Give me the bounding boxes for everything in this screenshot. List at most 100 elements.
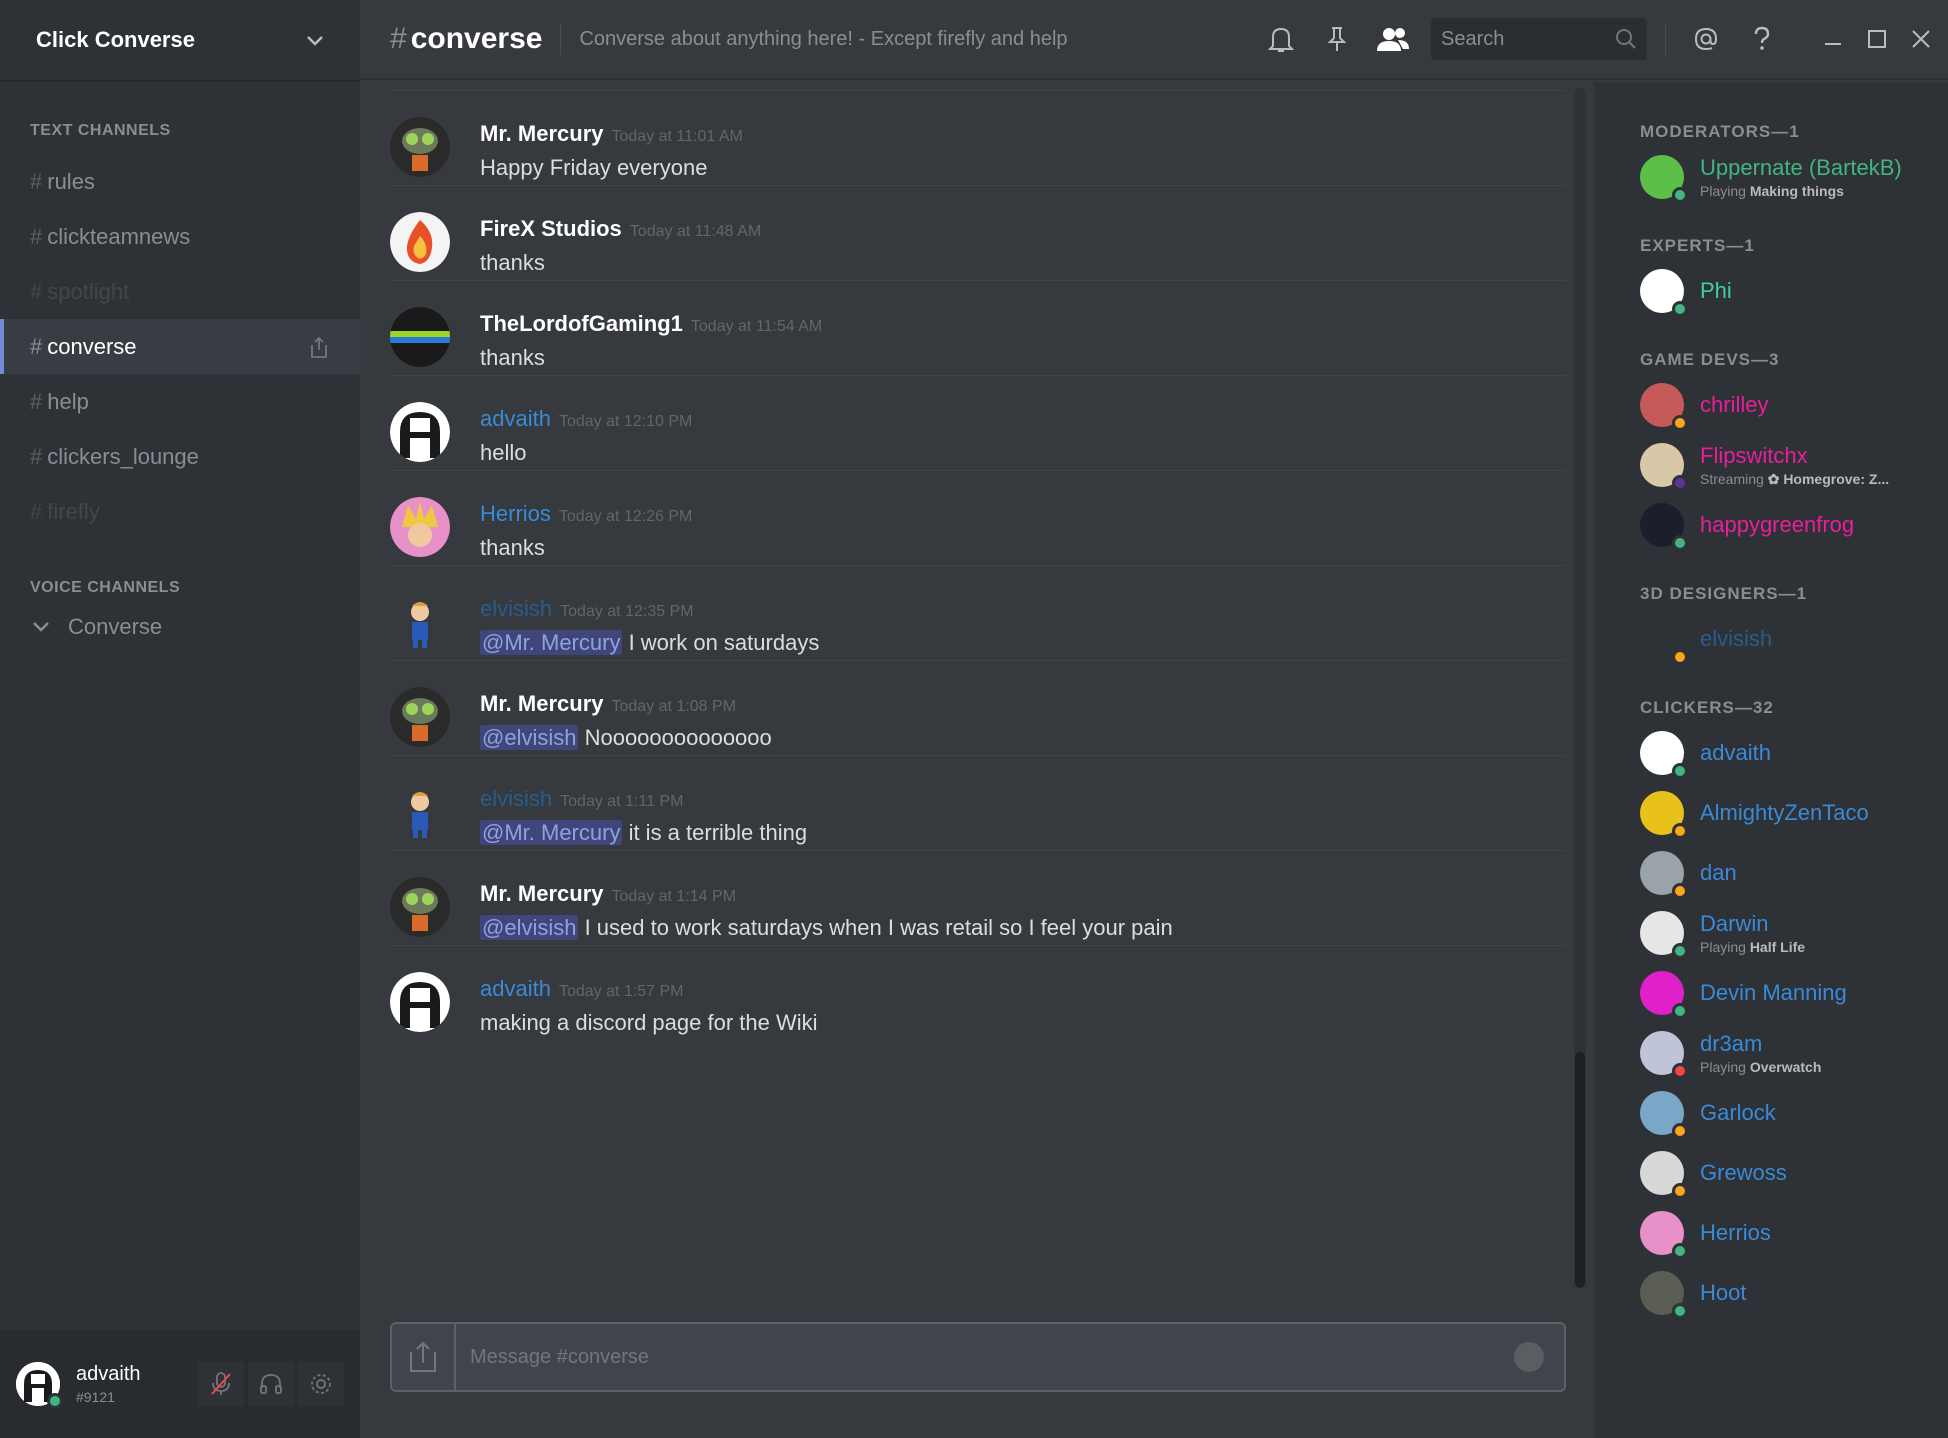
category-text-channels[interactable]: TEXT CHANNELS [0, 122, 360, 140]
message-scrollbar-thumb[interactable] [1575, 1052, 1585, 1288]
message-author[interactable]: Mr. Mercury Today at 1:08 PM [480, 691, 736, 717]
member-list-toggle[interactable] [1373, 19, 1413, 59]
avatar[interactable] [390, 782, 450, 842]
author-name[interactable]: elvisish [480, 596, 552, 621]
member-item[interactable]: dan [1640, 848, 1940, 899]
notification-settings-button[interactable] [1261, 19, 1301, 59]
author-name[interactable]: advaith [480, 976, 551, 1001]
message[interactable]: advaith Today at 1:57 PM making a discord … [390, 945, 1566, 1063]
upload-button[interactable] [392, 1324, 456, 1390]
member-item[interactable]: Devin Manning [1640, 968, 1940, 1019]
author-name[interactable]: Mr. Mercury [480, 121, 604, 146]
author-name[interactable]: Mr. Mercury [480, 881, 604, 906]
avatar[interactable] [1640, 1151, 1688, 1199]
avatar[interactable] [390, 592, 450, 652]
mentions-button[interactable] [1686, 19, 1726, 59]
avatar[interactable] [390, 212, 450, 272]
member-item[interactable]: Hoot [1640, 1268, 1940, 1319]
chevron-down-icon[interactable] [306, 31, 324, 49]
channel-help[interactable]: # help [0, 374, 360, 429]
avatar[interactable] [1640, 443, 1688, 491]
maximize-button[interactable] [1862, 24, 1892, 54]
server-header[interactable]: Click Converse [0, 0, 360, 82]
avatar[interactable] [390, 402, 450, 462]
message-author[interactable]: Mr. Mercury Today at 11:01 AM [480, 121, 743, 147]
member-item[interactable]: Flipswitchx Streaming ✿ Homegrove: Z... [1640, 440, 1940, 491]
avatar[interactable] [390, 687, 450, 747]
channel-clickers-lounge[interactable]: # clickers_lounge [0, 429, 360, 484]
channel-clickteamnews[interactable]: # clickteamnews [0, 209, 360, 264]
deafen-button[interactable] [248, 1361, 294, 1407]
avatar[interactable] [1640, 1091, 1688, 1139]
avatar[interactable] [390, 972, 450, 1032]
member-item[interactable]: chrilley [1640, 380, 1940, 431]
member-item[interactable]: elvisish [1640, 614, 1940, 665]
invite-icon[interactable] [308, 335, 330, 359]
member-item[interactable]: happygreenfrog [1640, 500, 1940, 551]
avatar[interactable] [1640, 731, 1688, 779]
message-author[interactable]: TheLordofGaming1 Today at 11:54 AM [480, 311, 822, 337]
avatar[interactable] [1640, 791, 1688, 839]
avatar[interactable] [390, 307, 450, 367]
message-author[interactable]: advaith Today at 1:57 PM [480, 976, 683, 1002]
member-item[interactable]: Garlock [1640, 1088, 1940, 1139]
avatar[interactable] [1640, 383, 1688, 431]
user-settings-button[interactable] [298, 1361, 344, 1407]
voice-channel-converse[interactable]: Converse [0, 601, 360, 653]
channel-spotlight[interactable]: # spotlight [0, 264, 360, 319]
member-item[interactable]: Herrios [1640, 1208, 1940, 1259]
avatar[interactable] [16, 1362, 63, 1409]
message-author[interactable]: FireX Studios Today at 11:48 AM [480, 216, 761, 242]
avatar[interactable] [1640, 617, 1688, 665]
member-item[interactable]: Grewoss [1640, 1148, 1940, 1199]
message-author[interactable]: Herrios Today at 12:26 PM [480, 501, 692, 527]
member-item[interactable]: AlmightyZenTaco [1640, 788, 1940, 839]
mute-button[interactable] [198, 1361, 244, 1407]
member-item[interactable]: Phi [1640, 266, 1940, 317]
user-mention[interactable]: @Mr. Mercury [480, 820, 623, 845]
message-input[interactable]: Message #converse [470, 1346, 649, 1369]
avatar[interactable] [1640, 1031, 1688, 1079]
user-mention[interactable]: @Mr. Mercury [480, 630, 623, 655]
user-mention[interactable]: @elvisish [480, 915, 579, 940]
message-list[interactable]: Mr. Mercury Today at 11:01 AM Happy Friday… [360, 82, 1580, 1292]
close-button[interactable] [1906, 24, 1936, 54]
author-name[interactable]: Mr. Mercury [480, 691, 604, 716]
author-name[interactable]: TheLordofGaming1 [480, 311, 683, 336]
avatar[interactable] [1640, 503, 1688, 551]
avatar[interactable] [390, 117, 450, 177]
member-item[interactable]: Darwin Playing Half Life [1640, 908, 1940, 959]
user-mention[interactable]: @elvisish [480, 725, 579, 750]
search-input[interactable]: Search [1431, 18, 1647, 60]
channel-topic[interactable]: Converse about anything here! - Except f… [579, 28, 1067, 51]
message-composer[interactable]: Message #converse [390, 1322, 1566, 1392]
avatar[interactable] [1640, 155, 1688, 203]
member-item[interactable]: dr3am Playing Overwatch [1640, 1028, 1940, 1079]
author-name[interactable]: advaith [480, 406, 551, 431]
avatar[interactable] [1640, 1271, 1688, 1319]
author-name[interactable]: FireX Studios [480, 216, 622, 241]
message-author[interactable]: advaith Today at 12:10 PM [480, 406, 692, 432]
member-item[interactable]: advaith [1640, 728, 1940, 779]
avatar[interactable] [1640, 269, 1688, 317]
message-author[interactable]: elvisish Today at 12:35 PM [480, 596, 694, 622]
author-name[interactable]: elvisish [480, 786, 552, 811]
help-button[interactable] [1742, 19, 1782, 59]
minimize-button[interactable] [1818, 24, 1848, 54]
message-author[interactable]: Mr. Mercury Today at 1:14 PM [480, 881, 736, 907]
avatar[interactable] [1640, 911, 1688, 959]
avatar[interactable] [1640, 971, 1688, 1019]
author-name[interactable]: Herrios [480, 501, 551, 526]
emoji-icon[interactable] [1514, 1342, 1544, 1372]
category-voice-channels[interactable]: VOICE CHANNELS [0, 579, 360, 597]
channel-converse[interactable]: # converse [0, 319, 360, 374]
member-item[interactable]: Uppernate (BartekB) Playing Making things [1640, 152, 1940, 203]
pinned-messages-button[interactable] [1317, 19, 1357, 59]
channel-rules[interactable]: # rules [0, 154, 360, 209]
channel-firefly[interactable]: # firefly [0, 484, 360, 539]
avatar[interactable] [1640, 1211, 1688, 1259]
avatar[interactable] [390, 877, 450, 937]
message-author[interactable]: elvisish Today at 1:11 PM [480, 786, 683, 812]
avatar[interactable] [1640, 851, 1688, 899]
avatar[interactable] [390, 497, 450, 557]
